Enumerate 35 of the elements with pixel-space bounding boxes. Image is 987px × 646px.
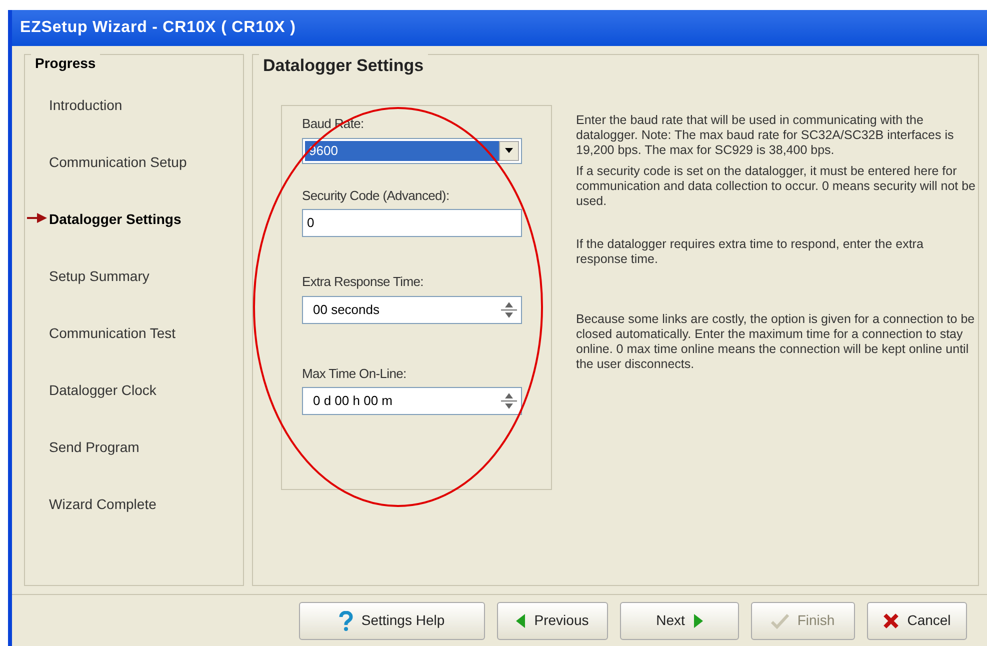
spinner-value: 00 seconds — [313, 300, 380, 319]
help-text: If the datalogger requires extra time to respond, enter the extra response time. — [576, 237, 924, 267]
field-label: Extra Response Time: — [302, 273, 424, 291]
spinner-field[interactable]: 0 d 00 h 00 m — [302, 387, 522, 415]
progress-item[interactable]: Communication Setup — [49, 152, 187, 173]
wizard-button[interactable]: Next — [620, 602, 739, 640]
spinner-arrows-icon — [499, 300, 519, 320]
wizard-button[interactable]: Cancel — [867, 602, 967, 640]
left-arrow-icon — [516, 614, 526, 628]
progress-item[interactable]: Setup Summary — [49, 266, 150, 287]
field-label: Security Code (Advanced): — [302, 186, 450, 205]
help-text: If a security code is set on the datalogger, it must be entered here for communication and data collection to occur. 0 means security will not be used. — [576, 164, 976, 209]
progress-item[interactable]: Introduction — [49, 95, 122, 116]
check-icon — [771, 612, 790, 628]
input-field[interactable]: 0 — [302, 209, 522, 237]
wizard-button[interactable]: Previous — [497, 602, 608, 640]
panel-heading: Progress — [31, 53, 100, 74]
help-text: Because some links are costly, the option is given for a connection to be closed automatically. Enter the maximum time for a connection to stay online. 0 max time online means the connection will be kept online until the user disconnects. — [576, 312, 976, 372]
caret-icon — [499, 140, 519, 160]
field-label: Max Time On-Line: — [302, 364, 408, 382]
progress-item[interactable]: Datalogger Clock — [49, 380, 156, 401]
help-text: Enter the baud rate that will be used in communicating with the datalogger. Note: The max baud rate for SC32A/SC32B interfaces is 19,200 bps. The max for SC929 is 38,400 bps. — [576, 113, 955, 158]
spinner-field[interactable]: 00 seconds — [302, 296, 522, 324]
close-icon — [883, 612, 900, 628]
arrow-icon — [27, 213, 47, 223]
progress-item[interactable]: Communication Test — [49, 323, 176, 344]
question-icon — [339, 610, 354, 630]
right-arrow-icon — [692, 614, 703, 628]
progress-item[interactable]: Datalogger Settings — [49, 209, 182, 230]
wizard-button[interactable]: Settings Help — [299, 602, 485, 640]
spinner-value: 0 d 00 h 00 m — [313, 392, 394, 410]
window-title: EZSetup Wizard - CR10X ( CR10X ) — [20, 18, 296, 38]
progress-item[interactable]: Send Program — [49, 437, 140, 458]
progress-item[interactable]: Wizard Complete — [49, 494, 156, 515]
spinner-arrows-icon — [499, 391, 519, 411]
